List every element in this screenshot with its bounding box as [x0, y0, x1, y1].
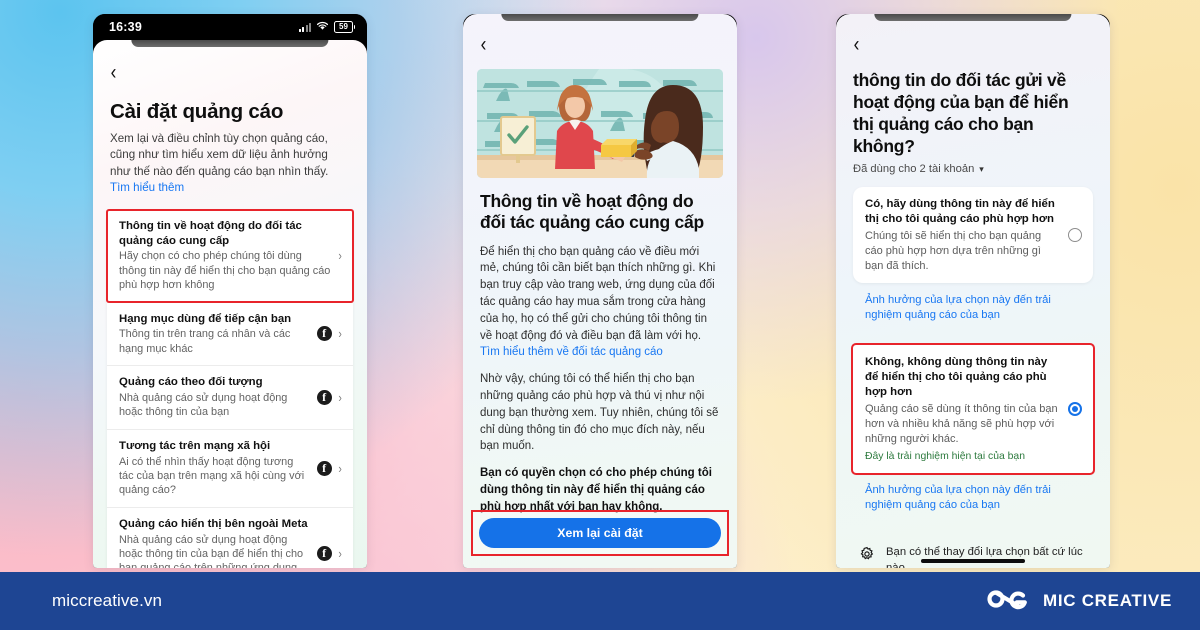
gear-icon	[859, 546, 875, 567]
phone-screen-3: ‹ thông tin do đối tác gửi về hoạt động …	[836, 14, 1110, 568]
chevron-right-icon[interactable]: ›	[338, 326, 341, 341]
home-indicator	[921, 559, 1025, 563]
back-chevron-icon[interactable]: ‹	[111, 62, 117, 83]
footer-bar: miccreative.vn MIC CREATIVE	[0, 572, 1200, 630]
chevron-right-icon[interactable]: ›	[338, 546, 341, 561]
article-title: Thông tin về hoạt động do đối tác quảng …	[480, 191, 704, 233]
option-impact-link[interactable]: Ảnh hưởng của lựa chọn này đến trải nghi…	[853, 473, 1093, 523]
settings-row[interactable]: Hạng mục dùng để tiếp cận bạn Thông tin t…	[107, 301, 353, 366]
infinity-loop-logo-icon	[982, 586, 1032, 617]
wifi-icon	[316, 21, 329, 34]
battery-icon: 59	[334, 21, 355, 33]
settings-row-title: Quảng cáo hiển thị bên ngoài Meta	[119, 517, 308, 530]
settings-row-title: Thông tin về hoạt động do đối tác quảng …	[119, 219, 302, 247]
footer-brand-name: MIC CREATIVE	[1043, 591, 1172, 610]
option-row[interactable]: Không, không dùng thông tin này để hiển …	[853, 345, 1093, 473]
footer-site-url: miccreative.vn	[52, 591, 163, 610]
option-description: Chúng tôi sẽ hiển thị cho bạn quảng cáo …	[865, 230, 1042, 272]
article-paragraph-1: Để hiển thị cho bạn quảng cáo về điều mớ…	[480, 244, 720, 361]
footer-brand: MIC CREATIVE	[982, 586, 1172, 617]
settings-row-subtitle: Nhà quảng cáo sử dụng hoạt động hoặc thô…	[119, 533, 304, 568]
option-row[interactable]: Có, hãy dùng thông tin này để hiển thị c…	[853, 187, 1093, 283]
settings-row-title: Hạng mục dùng để tiếp cận bạn	[119, 312, 292, 325]
settings-row-subtitle: Nhà quảng cáo sử dụng hoạt động hoặc thô…	[119, 392, 288, 419]
settings-row[interactable]: Thông tin về hoạt động do đối tác quảng …	[106, 208, 354, 303]
page-title: Cài đặt quảng cáo	[110, 100, 284, 123]
learn-more-link[interactable]: Tìm hiểu thêm	[110, 181, 184, 194]
chevron-right-icon[interactable]: ›	[338, 461, 341, 476]
page-subtitle-text: Xem lại và điều chỉnh tùy chọn quảng cáo…	[110, 132, 329, 178]
article-paragraph-3: Bạn có quyền chọn có cho phép chúng tôi …	[480, 467, 712, 513]
phone-mockup-1: 16:39 59 ‹ Cài đặt quảng cáo Xem lại và …	[93, 14, 367, 568]
phone-mockup-2: ‹ Thông tin về hoạt động do đối tác quản…	[463, 14, 737, 568]
review-settings-button[interactable]: Xem lại cài đặt	[479, 518, 721, 548]
settings-row[interactable]: Tương tác trên mạng xã hội Ai có thể nhìn…	[107, 428, 353, 507]
option-current-note: Đây là trải nghiệm hiện tại của bạn	[865, 450, 1025, 462]
info-text: Bạn có thể thay đổi lựa chọn bất cứ lúc …	[886, 545, 1083, 568]
option-title: Có, hãy dùng thông tin này để hiển thị c…	[865, 198, 1055, 226]
facebook-icon: f	[316, 460, 332, 476]
facebook-icon: f	[316, 390, 332, 406]
settings-row[interactable]: Quảng cáo hiển thị bên ngoài Meta Nhà quả…	[107, 506, 353, 568]
question-title: thông tin do đối tác gửi về hoạt động củ…	[853, 70, 1069, 157]
phone-screen-2: ‹ Thông tin về hoạt động do đối tác quản…	[463, 14, 737, 568]
status-icons: 59	[298, 21, 355, 34]
article-paragraph-2: Nhờ vậy, chúng tôi có thể hiển thị cho b…	[480, 373, 719, 453]
radio-button[interactable]	[1068, 228, 1082, 243]
settings-row-subtitle: Ai có thể nhìn thấy hoạt động tương tác …	[119, 455, 305, 497]
partner-learn-more-link[interactable]: Tìm hiểu thêm về đối tác quảng cáo	[480, 346, 663, 358]
settings-row-subtitle: Hãy chọn có cho phép chúng tôi dùng thôn…	[119, 250, 331, 292]
back-chevron-icon[interactable]: ‹	[854, 34, 860, 55]
settings-row-title: Tương tác trên mạng xã hội	[119, 439, 271, 452]
phone-screen-1: ‹ Cài đặt quảng cáo Xem lại và điều chỉn…	[93, 40, 367, 568]
chevron-right-icon[interactable]: ›	[338, 248, 341, 263]
option-title: Không, không dùng thông tin này để hiển …	[865, 356, 1048, 399]
option-impact-link[interactable]: Ảnh hưởng của lựa chọn này đến trải nghi…	[853, 283, 1093, 333]
chevron-down-icon[interactable]: ▾	[979, 164, 984, 175]
settings-row-subtitle: Thông tin trên trang cá nhân và các hạng…	[119, 328, 291, 355]
screenshot-stage: 16:39 59 ‹ Cài đặt quảng cáo Xem lại và …	[0, 0, 1200, 572]
shop-checkout-illustration	[477, 69, 723, 178]
settings-row-title: Quảng cáo theo đối tượng	[119, 376, 263, 389]
accounts-used-row[interactable]: Đã dùng cho 2 tài khoản ▾	[853, 163, 1093, 175]
option-card[interactable]: Không, không dùng thông tin này để hiển …	[851, 343, 1095, 476]
accounts-used-label: Đã dùng cho 2 tài khoản	[853, 163, 975, 176]
phone-mockup-3: ‹ thông tin do đối tác gửi về hoạt động …	[836, 14, 1110, 568]
radio-button[interactable]	[1068, 402, 1082, 417]
facebook-icon: f	[316, 326, 332, 342]
article-paragraph-1-text: Để hiển thị cho bạn quảng cáo về điều mớ…	[480, 245, 716, 342]
facebook-icon: f	[316, 546, 332, 562]
status-bar: 16:39 59	[93, 14, 367, 40]
option-card[interactable]: Có, hãy dùng thông tin này để hiển thị c…	[853, 187, 1093, 284]
settings-list-card: Thông tin về hoạt động do đối tác quảng …	[106, 208, 354, 568]
settings-row[interactable]: Quảng cáo theo đối tượng Nhà quảng cáo sử…	[107, 365, 353, 429]
option-description: Quảng cáo sẽ dùng ít thông tin của bạn h…	[865, 403, 1058, 445]
options-container: Có, hãy dùng thông tin này để hiển thị c…	[851, 187, 1095, 523]
back-chevron-icon[interactable]: ‹	[481, 34, 487, 55]
status-time: 16:39	[109, 20, 142, 34]
page-subtitle: Xem lại và điều chỉnh tùy chọn quảng cáo…	[110, 131, 350, 197]
cellular-signal-icon	[298, 22, 311, 32]
chevron-right-icon[interactable]: ›	[338, 390, 341, 405]
cta-highlight-box: Xem lại cài đặt	[471, 510, 729, 556]
